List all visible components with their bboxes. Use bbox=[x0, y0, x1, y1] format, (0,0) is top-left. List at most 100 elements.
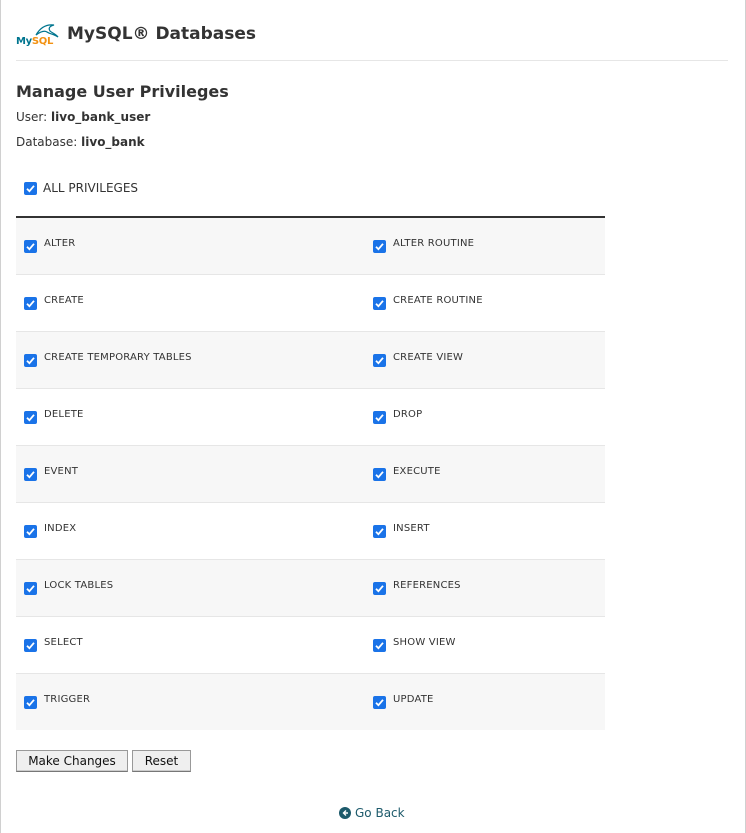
make-changes-button[interactable]: Make Changes bbox=[16, 750, 128, 772]
checkmark-icon bbox=[26, 184, 35, 193]
privilege-checkbox[interactable] bbox=[24, 696, 37, 709]
privilege-checkbox[interactable] bbox=[24, 240, 37, 253]
privilege-option[interactable]: LOCK TABLES bbox=[24, 580, 114, 595]
privilege-checkbox[interactable] bbox=[373, 354, 386, 367]
privilege-label: SELECT bbox=[44, 637, 83, 648]
privilege-checkbox[interactable] bbox=[24, 354, 37, 367]
privilege-label: ALTER bbox=[44, 238, 76, 249]
user-label: User: bbox=[16, 110, 48, 124]
privilege-row: CREATE CREATE ROUTINE bbox=[16, 275, 605, 332]
privilege-option[interactable]: DELETE bbox=[24, 409, 84, 424]
privilege-row: SELECT SHOW VIEW bbox=[16, 617, 605, 674]
checkmark-icon bbox=[375, 243, 384, 251]
checkmark-icon bbox=[26, 243, 35, 251]
privilege-label: EXECUTE bbox=[393, 466, 441, 477]
privilege-row: INDEX INSERT bbox=[16, 503, 605, 560]
privilege-checkbox[interactable] bbox=[373, 639, 386, 652]
privilege-option[interactable]: ALTER ROUTINE bbox=[373, 238, 475, 253]
page-header: MySQL MySQL® Databases bbox=[16, 18, 728, 61]
checkmark-icon bbox=[375, 585, 384, 593]
all-privileges-label: ALL PRIVILEGES bbox=[43, 181, 139, 195]
arrow-left-circle-icon bbox=[339, 807, 351, 819]
reset-button[interactable]: Reset bbox=[132, 750, 191, 772]
privilege-option[interactable]: SHOW VIEW bbox=[373, 637, 456, 652]
privilege-row: ALTER ALTER ROUTINE bbox=[16, 218, 605, 275]
privilege-row: DELETE DROP bbox=[16, 389, 605, 446]
privilege-checkbox[interactable] bbox=[24, 297, 37, 310]
checkmark-icon bbox=[375, 642, 384, 650]
privilege-checkbox[interactable] bbox=[24, 582, 37, 595]
privilege-label: INDEX bbox=[44, 523, 77, 534]
privilege-checkbox[interactable] bbox=[373, 468, 386, 481]
user-info: User: livo_bank_user bbox=[16, 110, 150, 124]
privilege-label: DROP bbox=[393, 409, 423, 420]
privilege-option[interactable]: TRIGGER bbox=[24, 694, 91, 709]
mysql-logo-text: MySQL bbox=[16, 36, 54, 47]
all-privileges-checkbox[interactable] bbox=[24, 181, 37, 195]
privilege-label: CREATE TEMPORARY TABLES bbox=[44, 352, 192, 363]
checkmark-icon bbox=[26, 357, 35, 365]
privilege-checkbox[interactable] bbox=[373, 411, 386, 424]
go-back-label: Go Back bbox=[355, 806, 405, 820]
privilege-label: SHOW VIEW bbox=[393, 637, 456, 648]
checkmark-icon bbox=[26, 699, 35, 707]
privilege-label: LOCK TABLES bbox=[44, 580, 114, 591]
privilege-label: REFERENCES bbox=[393, 580, 461, 591]
privilege-checkbox[interactable] bbox=[24, 468, 37, 481]
privilege-checkbox[interactable] bbox=[373, 240, 386, 253]
database-value: livo_bank bbox=[81, 135, 145, 149]
privilege-option[interactable]: SELECT bbox=[24, 637, 83, 652]
privilege-label: ALTER ROUTINE bbox=[393, 238, 475, 249]
privilege-label: DELETE bbox=[44, 409, 84, 420]
privilege-option[interactable]: CREATE VIEW bbox=[373, 352, 464, 367]
privilege-option[interactable]: CREATE TEMPORARY TABLES bbox=[24, 352, 192, 367]
privilege-checkbox[interactable] bbox=[24, 411, 37, 424]
privilege-option[interactable]: UPDATE bbox=[373, 694, 434, 709]
privilege-row: LOCK TABLES REFERENCES bbox=[16, 560, 605, 617]
database-label: Database: bbox=[16, 135, 78, 149]
privilege-option[interactable]: INSERT bbox=[373, 523, 430, 538]
privilege-row: TRIGGER UPDATE bbox=[16, 674, 605, 730]
privilege-option[interactable]: CREATE ROUTINE bbox=[373, 295, 483, 310]
privilege-option[interactable]: CREATE bbox=[24, 295, 84, 310]
checkmark-icon bbox=[375, 357, 384, 365]
checkmark-icon bbox=[375, 471, 384, 479]
privilege-checkbox[interactable] bbox=[373, 696, 386, 709]
go-back-link[interactable]: Go Back bbox=[339, 806, 405, 820]
checkmark-icon bbox=[26, 300, 35, 308]
mysql-logo: MySQL bbox=[16, 22, 62, 50]
privilege-option[interactable]: DROP bbox=[373, 409, 423, 424]
privilege-label: TRIGGER bbox=[44, 694, 91, 705]
privilege-checkbox[interactable] bbox=[373, 297, 386, 310]
privilege-option[interactable]: INDEX bbox=[24, 523, 77, 538]
privilege-label: UPDATE bbox=[393, 694, 434, 705]
checkmark-icon bbox=[375, 699, 384, 707]
privilege-option[interactable]: ALTER bbox=[24, 238, 76, 253]
database-info: Database: livo_bank bbox=[16, 135, 145, 149]
privilege-checkbox[interactable] bbox=[24, 525, 37, 538]
checkmark-icon bbox=[375, 528, 384, 536]
privilege-label: CREATE VIEW bbox=[393, 352, 464, 363]
checkmark-icon bbox=[26, 528, 35, 536]
privilege-checkbox[interactable] bbox=[373, 525, 386, 538]
user-value: livo_bank_user bbox=[51, 110, 151, 124]
checkmark-icon bbox=[26, 471, 35, 479]
privilege-label: CREATE ROUTINE bbox=[393, 295, 483, 306]
all-privileges-option[interactable]: ALL PRIVILEGES bbox=[24, 178, 138, 198]
privilege-row: EVENT EXECUTE bbox=[16, 446, 605, 503]
privilege-label: EVENT bbox=[44, 466, 79, 477]
privilege-label: CREATE bbox=[44, 295, 84, 306]
privilege-row: CREATE TEMPORARY TABLES CREATE VIEW bbox=[16, 332, 605, 389]
checkmark-icon bbox=[26, 414, 35, 422]
checkmark-icon bbox=[375, 300, 384, 308]
privilege-option[interactable]: EVENT bbox=[24, 466, 79, 481]
page-title: Manage User Privileges bbox=[16, 82, 229, 101]
checkmark-icon bbox=[26, 585, 35, 593]
checkmark-icon bbox=[375, 414, 384, 422]
privilege-checkbox[interactable] bbox=[24, 639, 37, 652]
privilege-option[interactable]: EXECUTE bbox=[373, 466, 441, 481]
privilege-label: INSERT bbox=[393, 523, 430, 534]
checkmark-icon bbox=[26, 642, 35, 650]
privilege-option[interactable]: REFERENCES bbox=[373, 580, 461, 595]
privilege-checkbox[interactable] bbox=[373, 582, 386, 595]
